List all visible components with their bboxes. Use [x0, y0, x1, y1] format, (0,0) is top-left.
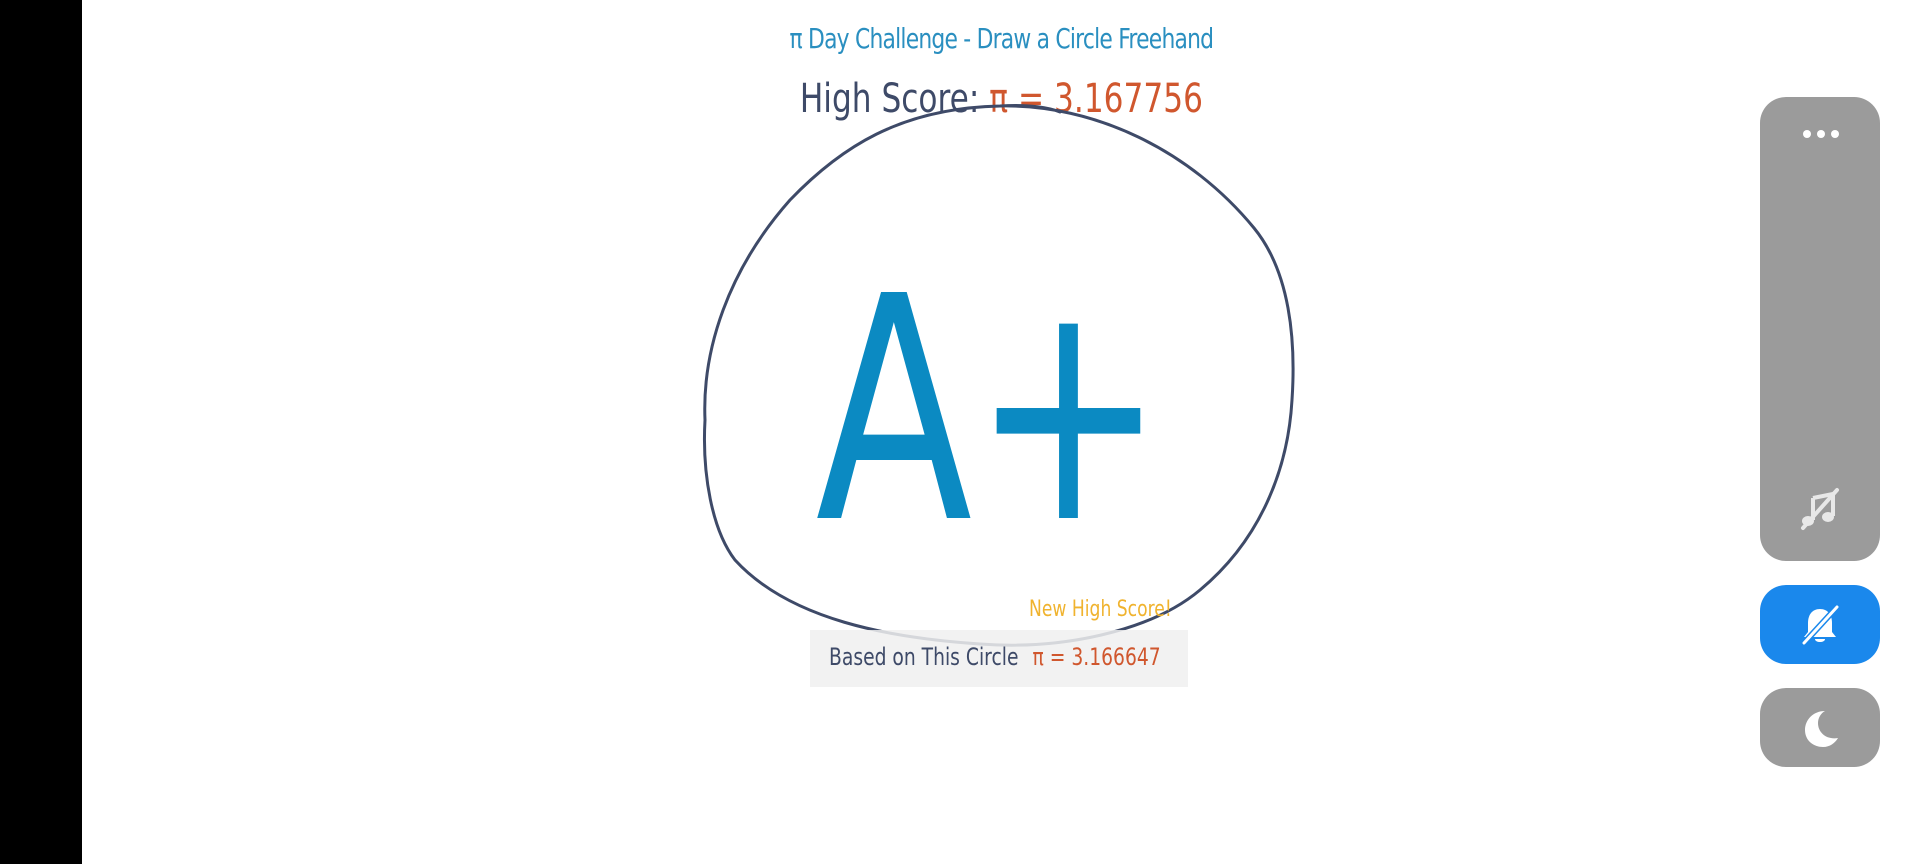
mute-notifications-button[interactable] [1760, 585, 1880, 664]
game-screen: π Day Challenge - Draw a Circle Freehand… [0, 0, 1920, 864]
more-horizontal-icon[interactable] [1801, 129, 1841, 139]
result-line: Based on This Circle π = 3.166647 [829, 643, 1161, 671]
grade-text: A+ [815, 232, 1164, 592]
drawing-canvas[interactable]: A+ [0, 0, 1920, 864]
bell-off-icon [1801, 604, 1840, 646]
new-high-score-text: New High Score! [1029, 597, 1172, 622]
result-value: π = 3.166647 [1032, 643, 1161, 671]
night-mode-button[interactable] [1760, 688, 1880, 767]
result-label: Based on This Circle [829, 643, 1019, 671]
moon-icon [1805, 711, 1838, 747]
music-off-icon[interactable] [1797, 486, 1843, 532]
